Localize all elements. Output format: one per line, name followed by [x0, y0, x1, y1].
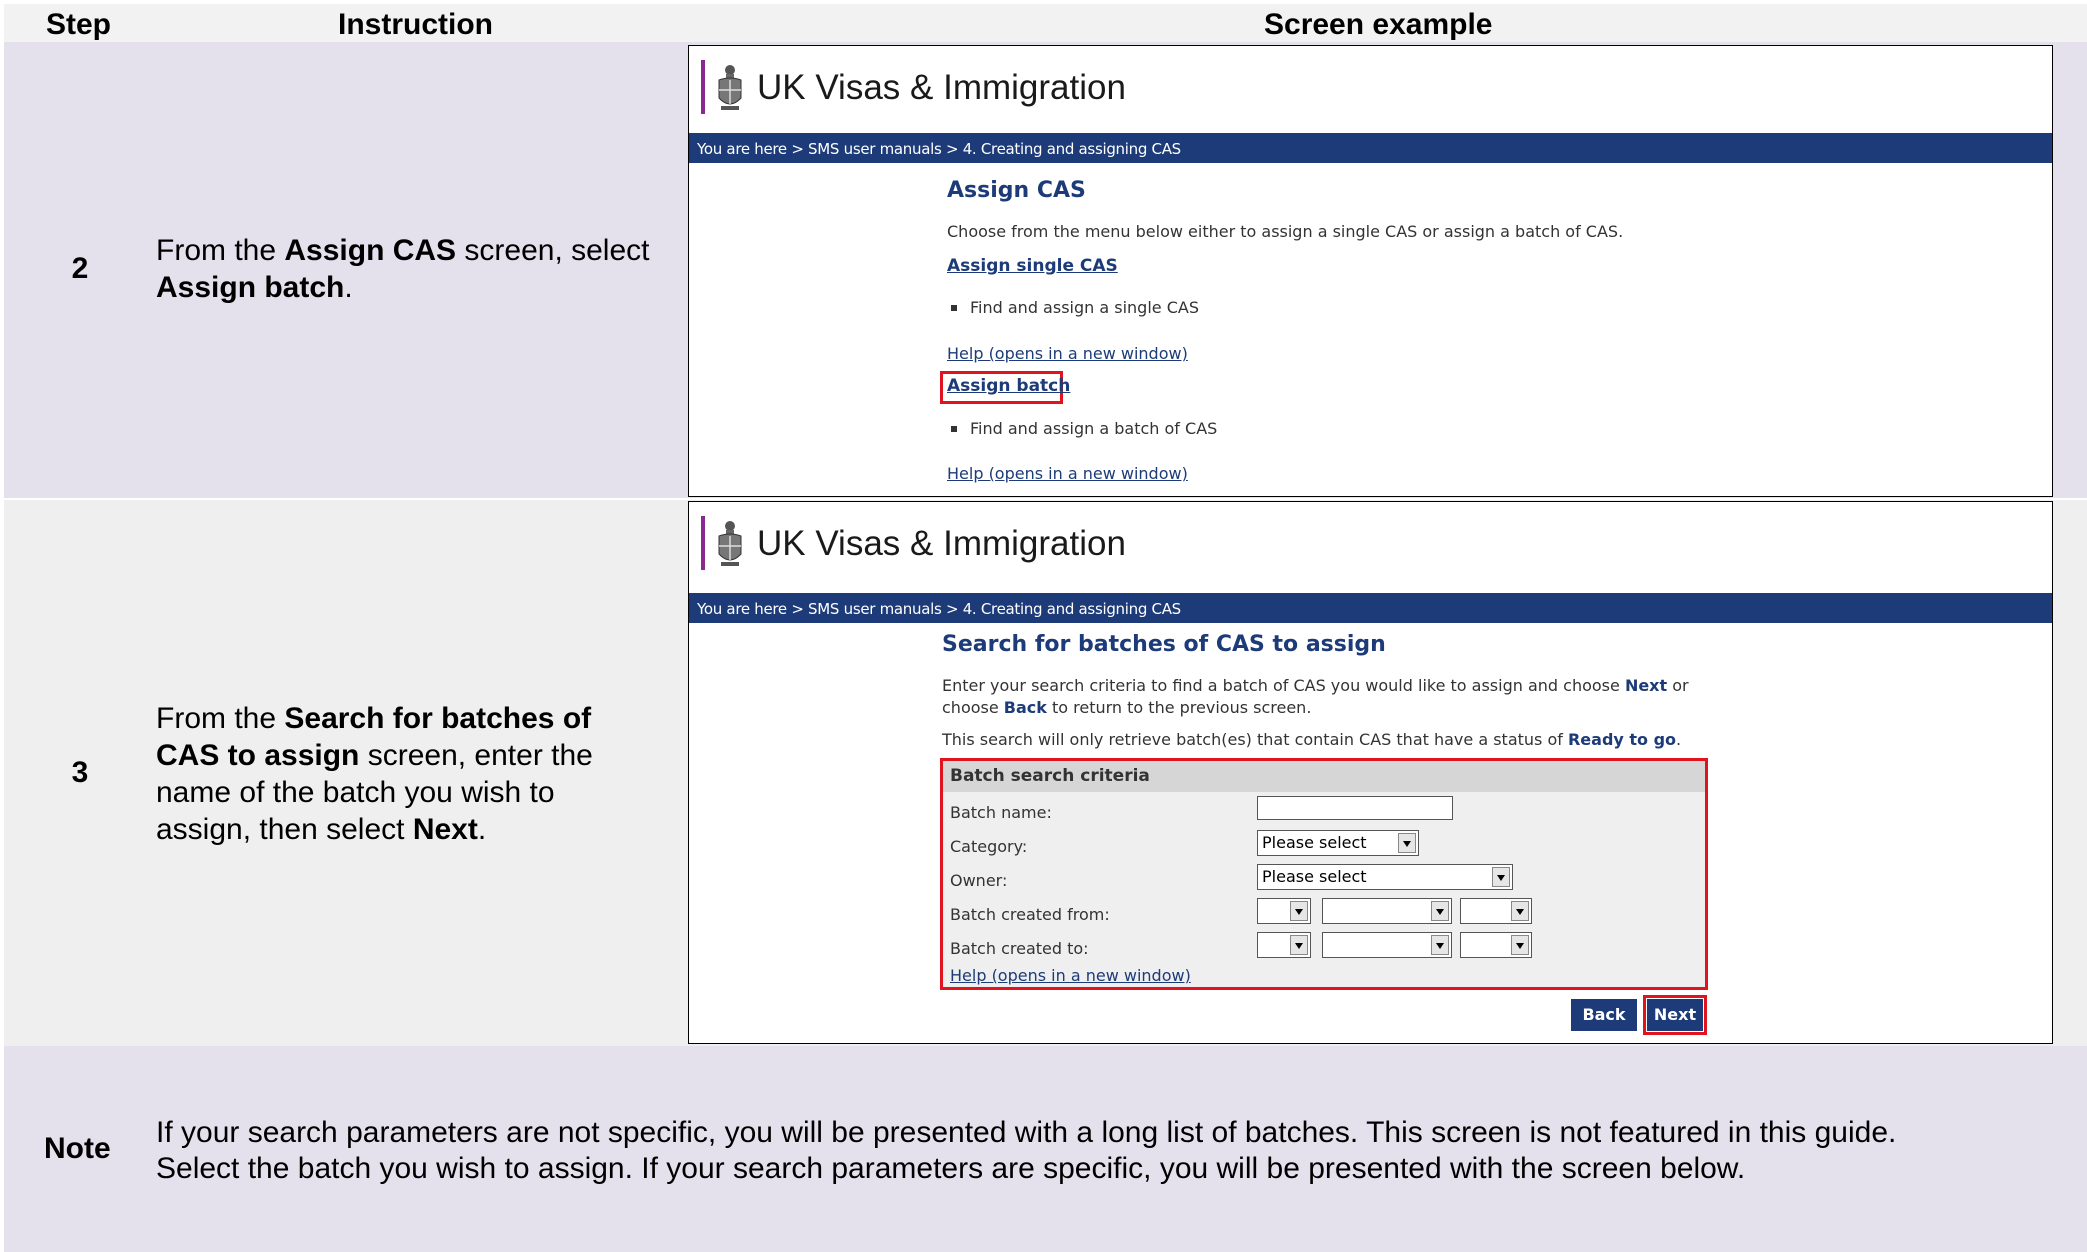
assign-batch-link[interactable]: Assign batch [947, 376, 1070, 396]
breadcrumb[interactable]: You are here > SMS user manuals > 4. Cre… [697, 600, 1181, 618]
highlight-box [940, 758, 1708, 990]
screen-example-column-header: Screen example [1264, 8, 1493, 41]
help-link[interactable]: Help (opens in a new window) [947, 344, 1188, 363]
logo-text: UK Visas & Immigration [757, 524, 1126, 563]
note-line-2: Select the batch you wish to assign. If … [156, 1152, 1746, 1185]
royal-crest-icon [718, 521, 742, 566]
page-title: Assign CAS [947, 178, 1086, 203]
step-3-instruction: From the Search for batches of CAS to as… [156, 702, 593, 846]
table-header-row: Step Instruction Screen example [4, 4, 2087, 42]
step-2-instruction: From the Assign CAS screen, select Assig… [156, 234, 650, 304]
search-batches-screen-example: UK Visas & Immigration You are here > SM… [688, 501, 2053, 1044]
bullet-icon [951, 426, 957, 432]
back-button[interactable]: Back [1571, 999, 1637, 1031]
breadcrumb-bar: You are here > SMS user manuals > 4. Cre… [689, 133, 2052, 163]
page-title: Search for batches of CAS to assign [942, 632, 1386, 657]
logo-accent-bar [701, 60, 705, 114]
intro-line-2: choose Back to return to the previous sc… [942, 698, 1312, 717]
intro-text: Choose from the menu below either to ass… [947, 222, 1624, 241]
intro-line-1: Enter your search criteria to find a bat… [942, 676, 1689, 695]
logo-accent-bar [701, 516, 705, 570]
royal-crest-icon [718, 65, 742, 110]
help-link-2[interactable]: Help (opens in a new window) [947, 464, 1188, 483]
step-column-header: Step [46, 8, 112, 41]
logo-text: UK Visas & Immigration [757, 68, 1126, 107]
batch-description: Find and assign a batch of CAS [970, 419, 1218, 438]
breadcrumb[interactable]: You are here > SMS user manuals > 4. Cre… [697, 140, 1181, 158]
instruction-column-header: Instruction [338, 8, 493, 41]
note-line-1: If your search parameters are not specif… [156, 1116, 1897, 1149]
step-number: 3 [71, 756, 89, 789]
assign-cas-screen-example: UK Visas & Immigration You are here > SM… [688, 45, 2053, 497]
step-number: 2 [71, 252, 89, 285]
bullet-icon [951, 305, 957, 311]
note-label: Note [44, 1132, 111, 1165]
single-cas-description: Find and assign a single CAS [970, 298, 1199, 317]
assign-single-cas-link[interactable]: Assign single CAS [947, 256, 1118, 276]
breadcrumb-bar: You are here > SMS user manuals > 4. Cre… [689, 593, 2052, 623]
search-scope-text: This search will only retrieve batch(es)… [942, 730, 1682, 749]
highlight-box [1643, 995, 1707, 1035]
